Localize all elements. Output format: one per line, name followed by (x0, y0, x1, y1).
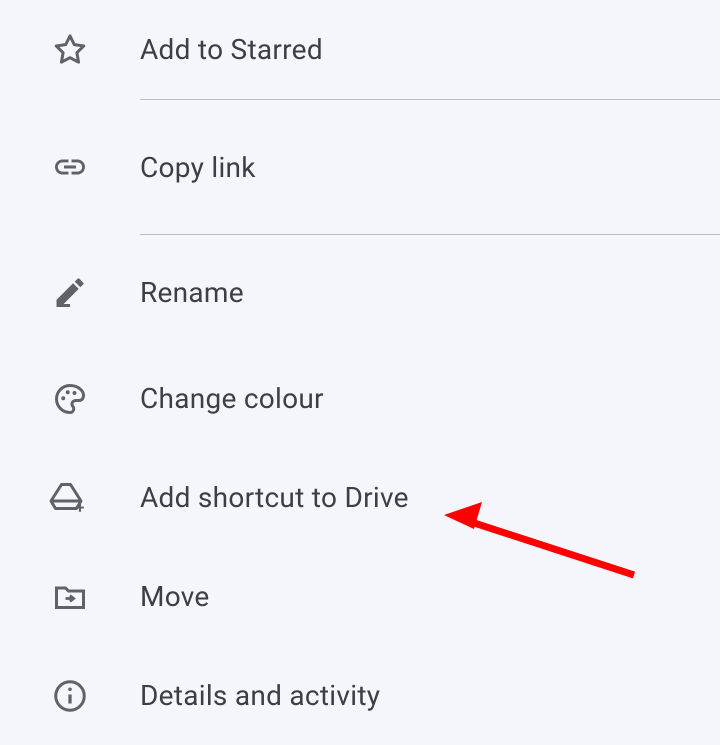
menu-item-details[interactable]: Details and activity (0, 646, 720, 745)
menu-item-rename[interactable]: Rename (0, 235, 720, 349)
menu-item-label: Change colour (140, 382, 324, 415)
menu-item-move[interactable]: Move (0, 547, 720, 646)
info-icon (0, 678, 140, 714)
menu-item-colour[interactable]: Change colour (0, 349, 720, 448)
menu-item-label: Add to Starred (140, 33, 323, 66)
move-folder-icon (0, 579, 140, 615)
menu-item-label: Details and activity (140, 679, 380, 712)
link-icon (0, 149, 140, 185)
menu-item-label: Add shortcut to Drive (140, 481, 409, 514)
menu-item-label: Rename (140, 276, 244, 309)
menu-item-label: Copy link (140, 151, 256, 184)
menu-item-copylink[interactable]: Copy link (0, 100, 720, 234)
star-icon (0, 32, 140, 68)
menu-item-label: Move (140, 580, 210, 613)
pencil-icon (0, 274, 140, 310)
context-menu: Add to Starred Copy link Rename (0, 0, 720, 745)
drive-shortcut-icon: + (0, 480, 140, 516)
menu-item-shortcut[interactable]: + Add shortcut to Drive (0, 448, 720, 547)
menu-item-star[interactable]: Add to Starred (0, 0, 720, 99)
palette-icon (0, 381, 140, 417)
